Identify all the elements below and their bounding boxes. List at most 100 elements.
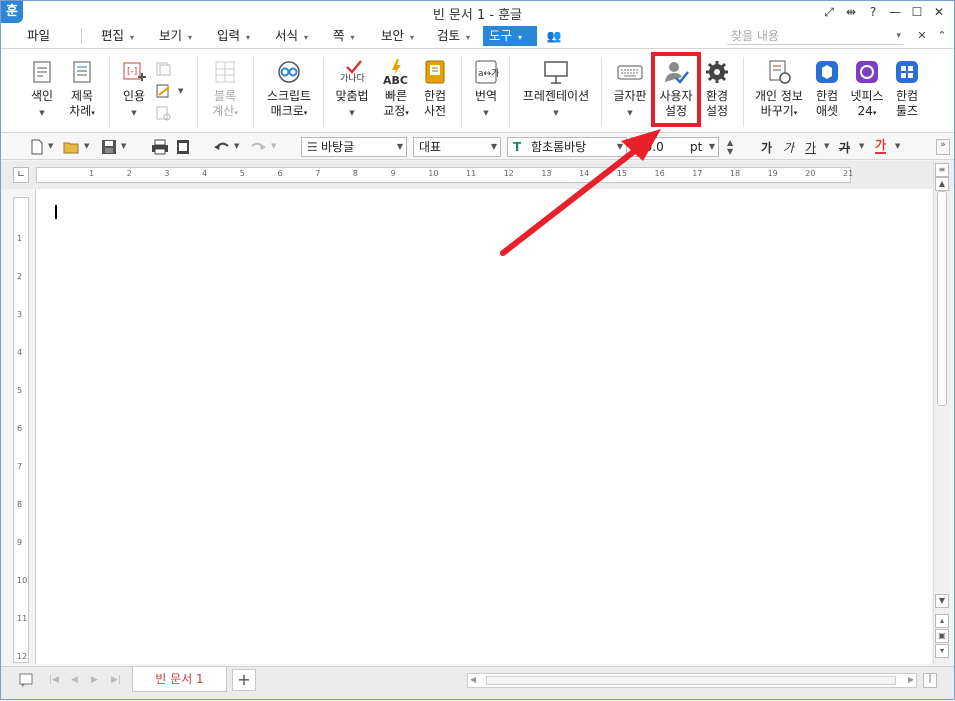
menu-edit[interactable]: 편집 ▾ [95,26,140,46]
size-spinner[interactable]: ▲ ▼ [727,138,733,156]
scroll-left-icon[interactable]: ◀ [470,675,476,684]
find-input[interactable]: 찾을 내용 ▾ [727,27,903,45]
prev-page-icon[interactable]: ▴ [935,614,949,628]
hancom-tools-button[interactable]: 한컴 툴즈 [891,59,923,119]
print-preview-icon[interactable] [175,139,191,155]
last-tab-icon[interactable]: ▶| [111,675,121,685]
redo-icon[interactable] [249,139,266,155]
save-icon[interactable] [101,139,117,155]
gear-icon [704,59,730,85]
page-icon[interactable]: ▣ [935,629,949,643]
style-select[interactable]: ☰ 바탕글 ▼ [301,137,407,157]
spellcheck-button[interactable]: 가나다 맞춤법 ▼ [333,59,371,121]
font-select[interactable]: T 함초롬바탕 ▼ [507,137,627,157]
ruler-toggle-icon[interactable]: ≡ [935,163,949,177]
vertical-scrollbar[interactable]: ≡ ▲ ▼ ▴ ▣ ▾ [933,161,950,665]
hancom-asset-button[interactable]: 한컴 애셋 [811,59,843,119]
h-scroll-thumb[interactable] [486,676,896,685]
quick-correct-button[interactable]: ABC 빠른 교정▾ [379,59,413,121]
split-view-icon[interactable]: ⇹ [842,3,860,21]
ruler-number: 12 [503,169,514,178]
menu-bar: 파일 편집 ▾ 보기 ▾ 입력 ▾ 서식 ▾ 쪽 ▾ 보안 ▾ 검토 ▾ 도구 ▾ 👥 찾을 내… [1,23,954,49]
open-folder-icon[interactable] [63,139,79,155]
fullscreen-icon[interactable]: ⤢ [820,3,838,21]
underline-button[interactable]: 가 [805,139,816,156]
minimize-button[interactable]: — [886,3,904,21]
translate-icon: a↔가 [473,59,499,85]
print-icon[interactable] [151,139,168,155]
people-icon[interactable]: 👥 [545,27,563,45]
edit-format-icon[interactable] [155,83,171,99]
toolbar-expand-icon[interactable]: » [936,139,950,155]
privacy-replace-button[interactable]: 개인 정보 바꾸기▾ [751,59,807,121]
hancom-dictionary-button[interactable]: 한컴 사전 [419,59,451,119]
vruler-number: 8 [17,500,23,509]
presentation-button[interactable]: 프레젠테이션 ▼ [519,59,593,121]
keyboard-layout-button[interactable]: 글자판 ▼ [611,59,649,121]
prev-tab-icon[interactable]: ◀ [71,675,78,685]
undo-icon[interactable] [213,139,229,155]
find-close-icon[interactable]: ✕ [913,27,931,45]
menu-security[interactable]: 보안 ▾ [375,26,420,46]
macro-icon [276,59,302,85]
menu-insert[interactable]: 입력 ▾ [211,26,256,46]
next-page-icon[interactable]: ▾ [935,644,949,658]
first-tab-icon[interactable]: |◀ [49,675,59,685]
tab-type-icon[interactable]: ∟ [13,167,29,183]
font-color-button[interactable]: 가 [875,139,887,154]
svg-text:ABC: ABC [383,74,408,85]
tools-icon [894,59,920,85]
help-button[interactable]: ? [864,3,882,21]
title-bar: 훈 빈 문서 1 - 훈글 ⤢ ⇹ ? — ☐ ✕ [1,1,954,23]
menu-tools[interactable]: 도구 ▾ [483,26,537,46]
refresh-format-icon[interactable] [155,105,171,121]
text-cursor [55,205,57,219]
font-size-input[interactable]: 10.0 pt ▼ [631,137,719,157]
ruler-number: 15 [616,169,627,178]
copy-format-icon[interactable] [155,61,171,77]
scroll-down-icon[interactable]: ▼ [935,594,949,608]
format-toolbar: ▼ ▼ ▼ ▼ ▼ ☰ 바탕글 ▼ 대표 ▼ T 함초롬바탕 ▼ 10.0 pt ▼ ▲ ▼ 가… [1,134,954,160]
ruler-number: 14 [579,169,590,178]
netffice-button[interactable]: 넷피스 24▾ [847,59,887,121]
scroll-thumb[interactable] [937,191,947,406]
comment-icon[interactable] [19,673,35,689]
horizontal-ruler[interactable]: 1 2 3 4 5 6 7 8 9 10 11 12 13 14 15 16 17 18 19 20 21 [36,167,853,183]
menu-file[interactable]: 파일 [21,26,56,46]
app-window: 훈 빈 문서 1 - 훈글 ⤢ ⇹ ? — ☐ ✕ 파일 편집 ▾ 보기 ▾ 입력 ▾… [0,0,955,700]
citation-button[interactable]: [-] 인용 ▼ [119,59,149,121]
menu-view[interactable]: 보기 ▾ [153,26,198,46]
next-tab-icon[interactable]: ▶ [91,675,98,685]
maximize-button[interactable]: ☐ [908,3,926,21]
script-macro-button[interactable]: 스크립트 매크로▾ [263,59,315,121]
strikethrough-button[interactable]: 가 [839,139,850,156]
preferences-button[interactable]: 환경 설정 [701,59,733,119]
menu-format[interactable]: 서식 ▾ [269,26,314,46]
document-tab[interactable]: 빈 문서 1 [132,667,227,692]
block-calc-button[interactable]: 블록 계산▾ [207,59,243,121]
translate-button[interactable]: a↔가 번역 ▼ [471,59,501,121]
keyboard-icon [617,59,643,85]
add-tab-button[interactable]: + [232,669,256,691]
close-button[interactable]: ✕ [930,3,948,21]
menu-page[interactable]: 쪽 ▾ [327,26,361,46]
document-page[interactable] [35,189,932,664]
ribbon-collapse-icon[interactable]: ⌃ [933,27,951,45]
horizontal-scrollbar[interactable]: ◀ ▶ [467,673,917,688]
window-title: 빈 문서 1 - 훈글 [432,8,523,23]
ruler-number: 19 [767,169,778,178]
new-document-icon[interactable] [29,139,45,155]
ruler-number: 4 [202,169,208,178]
italic-button[interactable]: 가 [783,139,794,156]
ruler-number: 16 [654,169,665,178]
menu-review[interactable]: 검토 ▾ [431,26,476,46]
split-handle-icon[interactable]: | [923,673,937,688]
asset-icon [814,59,840,85]
vertical-ruler[interactable]: 1 2 3 4 5 6 7 8 9 10 11 12 [13,197,29,663]
toc-button[interactable]: 제목 차례▾ [65,59,99,121]
index-button[interactable]: 색인 ▼ [27,59,57,121]
scroll-up-icon[interactable]: ▲ [935,177,949,191]
scroll-right-icon[interactable]: ▶ [908,675,914,684]
bold-button[interactable]: 가 [761,139,772,156]
language-select[interactable]: 대표 ▼ [413,137,501,157]
